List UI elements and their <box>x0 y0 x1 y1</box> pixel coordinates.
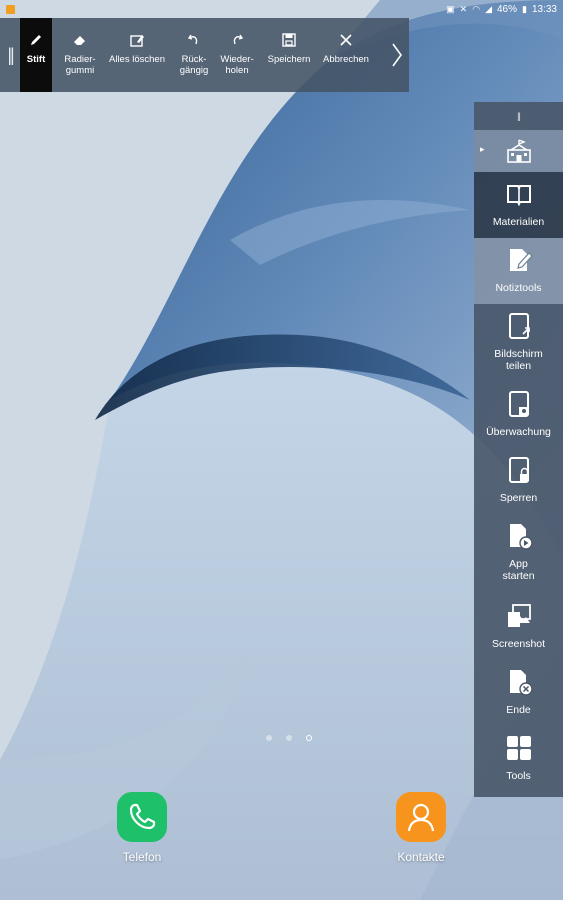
tool-pen-label: Stift <box>26 54 46 65</box>
side-item-screenshot-label: Screenshot <box>491 638 546 650</box>
side-panel: || ▸ Materialien Notiztools Bildschirm t… <box>474 102 563 797</box>
page-dot-current[interactable] <box>306 735 312 741</box>
eraser-icon <box>74 36 85 45</box>
side-item-ueberwachung[interactable]: Überwachung <box>474 386 563 446</box>
side-item-tools[interactable]: Tools <box>474 730 563 790</box>
mute-icon: ✕ <box>459 3 468 14</box>
pen-icon <box>31 35 41 45</box>
share-screen-icon <box>508 313 530 339</box>
status-bar: ▣ ✕ ◠ ◢ 46% ▮ 13:33 <box>0 0 563 18</box>
close-icon <box>340 34 352 46</box>
toolbar-drag-handle[interactable]: || <box>0 18 20 92</box>
tool-undo-button[interactable]: Rück- gängig <box>176 18 212 92</box>
tool-redo-label: Wieder- holen <box>220 54 254 76</box>
signal-icon: ◢ <box>485 3 492 14</box>
end-session-icon <box>509 670 533 696</box>
page-indicator <box>266 735 312 741</box>
side-item-ueberwachung-label: Überwachung <box>486 426 551 438</box>
grid-tools-icon <box>506 736 531 760</box>
tool-undo-label: Rück- gängig <box>179 54 209 76</box>
caret-right-icon: ▸ <box>480 144 485 154</box>
side-item-sperren-label: Sperren <box>499 492 538 504</box>
notification-icon <box>6 4 15 14</box>
undo-icon <box>187 34 198 45</box>
side-item-screenshot[interactable]: Screenshot <box>474 598 563 658</box>
tool-redo-button[interactable]: Wieder- holen <box>218 18 256 92</box>
wifi-icon: ◠ <box>472 3 481 14</box>
side-item-materialien-label: Materialien <box>492 216 545 228</box>
tool-save-button[interactable]: Speichern <box>264 18 314 92</box>
redo-icon <box>233 34 244 45</box>
side-item-app-starten-label: App starten <box>502 558 535 582</box>
side-item-notiztools[interactable]: Notiztools <box>474 238 563 304</box>
book-icon <box>506 185 531 207</box>
tool-eraser-button[interactable]: Radier- gummi <box>58 18 102 92</box>
app-kontakte[interactable]: Kontakte <box>381 792 461 864</box>
notes-pen-icon <box>509 249 533 271</box>
side-panel-handle[interactable]: || <box>474 102 563 130</box>
school-icon <box>506 139 531 163</box>
tool-pen-button[interactable]: Stift <box>20 18 52 92</box>
app-telefon[interactable]: Telefon <box>102 792 182 864</box>
monitor-tablet-icon <box>508 391 529 417</box>
chevron-right-icon <box>392 43 402 67</box>
clear-all-icon <box>130 35 144 47</box>
battery-percent: 46% <box>497 3 518 15</box>
tool-clear-label: Alles löschen <box>109 54 165 65</box>
side-item-bildschirm-teilen[interactable]: Bildschirm teilen <box>474 306 563 378</box>
contacts-icon <box>396 792 446 842</box>
side-item-ende[interactable]: Ende <box>474 664 563 724</box>
battery-icon: ▮ <box>522 3 527 14</box>
launch-app-icon <box>509 524 533 550</box>
clock: 13:33 <box>531 3 557 15</box>
tool-cancel-label: Abbrechen <box>323 54 369 65</box>
side-item-tools-label: Tools <box>506 770 531 782</box>
side-item-ende-label: Ende <box>506 704 531 716</box>
side-item-notiztools-label: Notiztools <box>495 282 542 294</box>
screenshot-icon <box>507 604 531 627</box>
tool-save-label: Speichern <box>267 54 311 65</box>
nfc-icon: ▣ <box>446 3 455 14</box>
app-telefon-label: Telefon <box>122 850 162 864</box>
tool-clear-button[interactable]: Alles löschen <box>106 18 168 92</box>
phone-icon <box>117 792 167 842</box>
tool-eraser-label: Radier- gummi <box>64 54 96 76</box>
side-item-bildschirm-label: Bildschirm teilen <box>494 348 543 372</box>
pen-toolbar: || Stift Radier- gummi Alles löschen Rüc… <box>0 18 409 92</box>
side-item-sperren[interactable]: Sperren <box>474 452 563 512</box>
save-icon <box>282 33 296 47</box>
side-item-app-starten[interactable]: App starten <box>474 518 563 588</box>
page-dot[interactable] <box>266 735 272 741</box>
page-dot[interactable] <box>286 735 292 741</box>
lock-tablet-icon <box>508 457 529 483</box>
tool-cancel-button[interactable]: Abbrechen <box>320 18 372 92</box>
side-item-materialien[interactable]: Materialien <box>474 172 563 238</box>
side-panel-home-button[interactable]: ▸ <box>474 130 563 172</box>
app-kontakte-label: Kontakte <box>397 850 445 864</box>
toolbar-collapse-button[interactable] <box>385 18 409 92</box>
